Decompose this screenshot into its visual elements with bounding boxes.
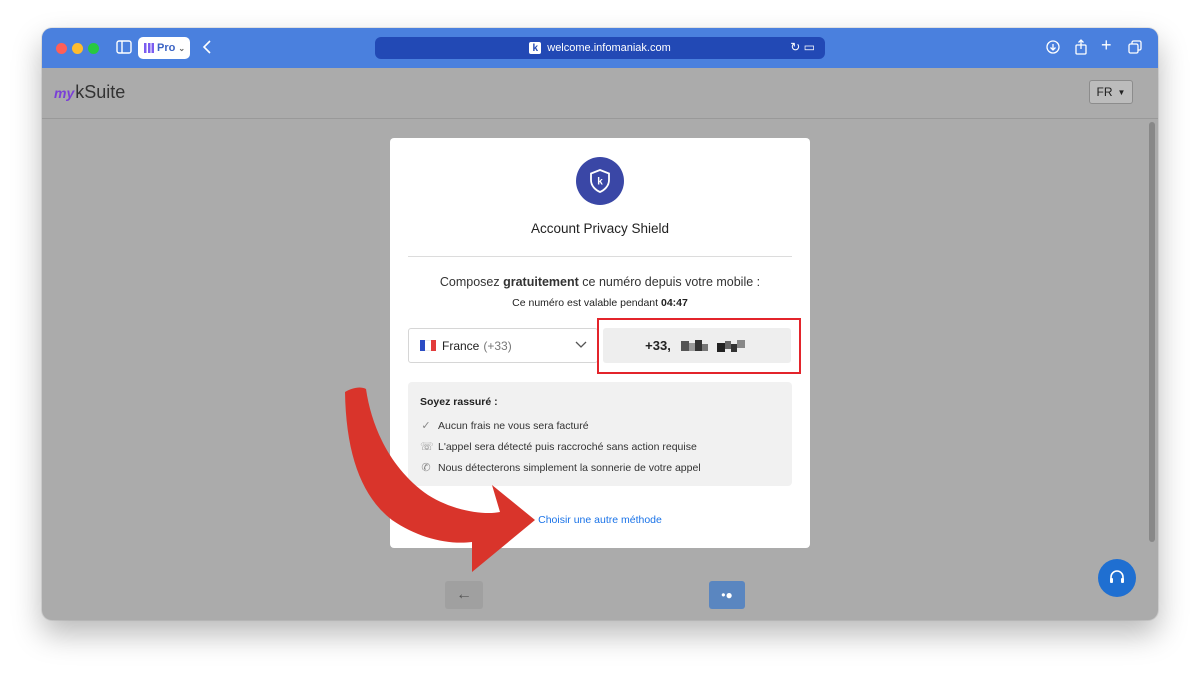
next-button[interactable]: •● xyxy=(709,581,745,609)
profile-logo-icon xyxy=(144,43,154,53)
country-code: (+33) xyxy=(483,338,512,353)
address-url: welcome.infomaniak.com xyxy=(547,42,671,54)
logo-ksuite: kSuite xyxy=(75,82,126,102)
instruction-post: ce numéro depuis votre mobile : xyxy=(578,275,761,289)
instruction-pre: Composez xyxy=(439,275,504,289)
chevron-down-icon xyxy=(575,338,587,352)
profile-button[interactable]: Pro ⌄ xyxy=(138,37,190,59)
minimize-window-button[interactable] xyxy=(72,43,83,54)
card-title: Account Privacy Shield xyxy=(530,221,670,236)
validity-text: Ce numéro est valable pendant 04:47 xyxy=(390,297,810,309)
back-button[interactable]: ← xyxy=(445,581,483,609)
address-bar[interactable]: k welcome.infomaniak.com ↻ ▭ xyxy=(375,37,825,59)
reassure-item-1: ✓ Aucun frais ne vous sera facturé xyxy=(420,419,589,433)
profile-label: Pro xyxy=(157,42,176,54)
reassure-item-3: ✆ Nous détecterons simplement la sonneri… xyxy=(420,461,701,475)
check-icon: ✓ xyxy=(421,420,431,432)
divider xyxy=(408,256,792,257)
share-icon[interactable] xyxy=(1074,39,1088,59)
validity-label: Ce numéro est valable pendant xyxy=(512,297,659,309)
dots-icon: •● xyxy=(721,588,733,602)
sidebar-toggle-icon[interactable] xyxy=(116,40,132,58)
highlight-box xyxy=(597,318,801,374)
reassurance-box: Soyez rassuré : ✓ Aucun frais ne vous se… xyxy=(408,382,792,486)
support-button[interactable] xyxy=(1098,559,1136,597)
instruction-bold: gratuitement xyxy=(503,275,579,289)
reassure-item-2: ☏ L'appel sera détecté puis raccroché sa… xyxy=(420,440,697,454)
reassure-item-text: L'appel sera détecté puis raccroché sans… xyxy=(438,440,697,453)
reassure-item-text: Nous détecterons simplement la sonnerie … xyxy=(438,461,701,474)
country-name: France xyxy=(442,338,480,353)
arrow-left-icon: ← xyxy=(456,586,472,603)
privacy-shield-card: k Account Privacy Shield Composez gratui… xyxy=(390,138,810,548)
language-selector[interactable]: FR ▼ xyxy=(1089,80,1133,104)
reassure-item-text: Aucun frais ne vous sera facturé xyxy=(438,419,589,432)
headset-icon xyxy=(1110,570,1124,583)
shield-icon: k xyxy=(576,157,624,205)
zoom-window-button[interactable] xyxy=(88,43,99,54)
phone-ring-icon: ✆ xyxy=(421,462,431,474)
back-nav-icon[interactable] xyxy=(202,39,212,59)
browser-titlebar: Pro ⌄ k welcome.infomaniak.com ↻ ▭ + xyxy=(42,28,1158,68)
new-tab-icon[interactable]: + xyxy=(1101,36,1112,54)
site-favicon-icon: k xyxy=(529,42,542,54)
logo-my: my xyxy=(54,85,75,101)
scrollbar[interactable] xyxy=(1149,122,1155,542)
chevron-down-icon: ⌄ xyxy=(178,43,186,53)
tab-overview-icon[interactable] xyxy=(1128,40,1142,58)
caret-down-icon: ▼ xyxy=(1117,87,1126,97)
reload-icon[interactable]: ↻ ▭ xyxy=(790,40,815,54)
reassurance-title: Soyez rassuré : xyxy=(420,396,498,408)
alternative-method-link[interactable]: Choisir une autre méthode xyxy=(390,514,810,526)
browser-window: Pro ⌄ k welcome.infomaniak.com ↻ ▭ + myk… xyxy=(42,28,1158,620)
validity-timer: 04:47 xyxy=(661,297,688,309)
france-flag-icon xyxy=(420,340,436,351)
page-header: mykSuite FR ▼ xyxy=(42,68,1158,119)
language-label: FR xyxy=(1096,85,1113,99)
download-icon[interactable] xyxy=(1046,40,1060,58)
svg-text:k: k xyxy=(597,177,603,188)
country-select[interactable]: France (+33) xyxy=(408,328,598,363)
close-window-button[interactable] xyxy=(56,43,67,54)
phone-detect-icon: ☏ xyxy=(420,441,434,453)
mykSuite-logo[interactable]: mykSuite xyxy=(54,82,125,103)
instruction-text: Composez gratuitement ce numéro depuis v… xyxy=(390,275,810,289)
